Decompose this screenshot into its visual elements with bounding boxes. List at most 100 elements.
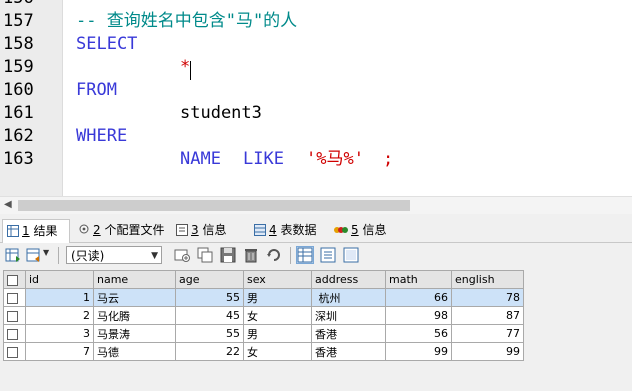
checkbox-icon[interactable]: [7, 346, 18, 358]
table-row[interactable]: 1 马云 55 男 杭州 66 78: [3, 288, 524, 307]
delete-icon[interactable]: [243, 247, 259, 263]
cell-age[interactable]: 22: [175, 342, 244, 361]
checkbox-icon[interactable]: [7, 292, 18, 304]
cell-address[interactable]: 深圳: [311, 306, 386, 325]
cell-name[interactable]: 马景涛: [93, 324, 176, 343]
column-header-sex[interactable]: sex: [243, 270, 312, 289]
cell-id[interactable]: 1: [25, 288, 94, 307]
table-row[interactable]: 2 马化腾 45 女 深圳 98 87: [3, 306, 524, 325]
horizontal-scrollbar[interactable]: ◀: [0, 196, 632, 214]
sql-keyword-like: LIKE: [243, 149, 284, 169]
cell-address[interactable]: 香港: [311, 342, 386, 361]
copy-row-icon[interactable]: [197, 247, 213, 263]
sql-editor[interactable]: 156 157 158 159 160 161 162 163 -- 查询姓名中…: [0, 0, 632, 196]
cell-address[interactable]: 杭州: [311, 288, 386, 307]
cell-id[interactable]: 2: [25, 306, 94, 325]
cell-math[interactable]: 99: [385, 342, 452, 361]
tab-label: 结果: [29, 224, 58, 238]
tab-table-data[interactable]: 4 表数据: [250, 219, 316, 241]
checkbox-icon[interactable]: [7, 310, 18, 322]
sql-keyword-where: WHERE: [76, 126, 128, 146]
toolbar-separator: [290, 247, 291, 264]
cell-name[interactable]: 马云: [93, 288, 176, 307]
tab-label: 信息: [358, 223, 387, 237]
table-row[interactable]: 3 马景涛 55 男 香港 56 77: [3, 324, 524, 343]
readonly-mode-select[interactable]: (只读) ▼: [66, 246, 162, 264]
cell-english[interactable]: 78: [451, 288, 524, 307]
info-icon: [176, 224, 188, 236]
row-checkbox-cell[interactable]: [3, 288, 26, 307]
cell-english[interactable]: 77: [451, 324, 524, 343]
cell-math[interactable]: 98: [385, 306, 452, 325]
grid-view-icon[interactable]: [296, 246, 314, 264]
sql-column-name: NAME: [180, 149, 221, 169]
tab-number: 1: [22, 224, 30, 238]
row-checkbox-cell[interactable]: [3, 324, 26, 343]
line-number: 158: [3, 34, 34, 54]
table-row[interactable]: 7 马德 22 女 香港 99 99: [3, 342, 524, 361]
tab-number: 2: [93, 223, 101, 237]
checkbox-icon[interactable]: [7, 328, 18, 340]
refresh-icon[interactable]: [266, 247, 282, 263]
column-header-id[interactable]: id: [25, 270, 94, 289]
tab-label: 表数据: [276, 223, 317, 237]
cell-english[interactable]: 99: [451, 342, 524, 361]
cell-id[interactable]: 3: [25, 324, 94, 343]
select-all-checkbox-cell[interactable]: [3, 270, 26, 289]
form-view-icon[interactable]: [320, 247, 336, 263]
text-caret: [190, 61, 191, 80]
result-grid-icon: [7, 225, 19, 237]
column-header-age[interactable]: age: [175, 270, 244, 289]
cell-english[interactable]: 87: [451, 306, 524, 325]
scrollbar-thumb[interactable]: [18, 200, 410, 211]
save-icon[interactable]: [220, 247, 236, 263]
column-header-math[interactable]: math: [385, 270, 452, 289]
cell-math[interactable]: 56: [385, 324, 452, 343]
export-grid-icon[interactable]: [5, 247, 21, 263]
cell-age[interactable]: 45: [175, 306, 244, 325]
row-checkbox-cell[interactable]: [3, 306, 26, 325]
cell-sex[interactable]: 男: [243, 324, 312, 343]
line-number: 156: [3, 0, 34, 10]
text-view-icon[interactable]: [343, 247, 359, 263]
chevron-down-icon: ▼: [151, 251, 158, 261]
line-number: 157: [3, 11, 34, 31]
insert-row-icon[interactable]: [174, 247, 190, 263]
column-header-address[interactable]: address: [311, 270, 386, 289]
line-number: 161: [3, 103, 34, 123]
cell-age[interactable]: 55: [175, 324, 244, 343]
line-number: 162: [3, 126, 34, 146]
result-tab-bar: 1 结果 2 个配置文件 3 信息 4 表数据 5 信息: [0, 218, 632, 243]
cell-math[interactable]: 66: [385, 288, 452, 307]
scroll-left-arrow-icon[interactable]: ◀: [4, 199, 12, 210]
cell-sex[interactable]: 男: [243, 288, 312, 307]
sql-string-pattern: '%马%': [306, 149, 364, 169]
cell-address[interactable]: 香港: [311, 324, 386, 343]
line-number: 159: [3, 57, 34, 77]
cell-id[interactable]: 7: [25, 342, 94, 361]
tab-label: 个配置文件: [100, 223, 165, 237]
column-header-english[interactable]: english: [451, 270, 524, 289]
cell-name[interactable]: 马德: [93, 342, 176, 361]
row-checkbox-cell[interactable]: [3, 342, 26, 361]
cell-age[interactable]: 55: [175, 288, 244, 307]
checkbox-icon[interactable]: [7, 274, 18, 286]
tab-info[interactable]: 3 信息: [172, 219, 226, 241]
cell-sex[interactable]: 女: [243, 342, 312, 361]
import-grid-icon[interactable]: [26, 247, 42, 263]
sql-table-name: student3: [180, 103, 262, 123]
tab-profiles[interactable]: 2 个配置文件: [74, 219, 164, 241]
tab-info-2[interactable]: 5 信息: [330, 219, 386, 241]
tab-number: 4: [269, 223, 277, 237]
chevron-down-icon[interactable]: ▼: [43, 248, 49, 257]
tab-result[interactable]: 1 结果: [2, 219, 70, 243]
sql-keyword-from: FROM: [76, 80, 117, 100]
cell-sex[interactable]: 女: [243, 306, 312, 325]
column-header-name[interactable]: name: [93, 270, 176, 289]
table-data-icon: [254, 224, 266, 236]
cell-name[interactable]: 马化腾: [93, 306, 176, 325]
info-color-icon: [334, 227, 348, 233]
result-grid: id name age sex address math english 1 马…: [0, 269, 632, 391]
tab-number: 3: [191, 223, 199, 237]
profile-icon: [79, 224, 89, 234]
